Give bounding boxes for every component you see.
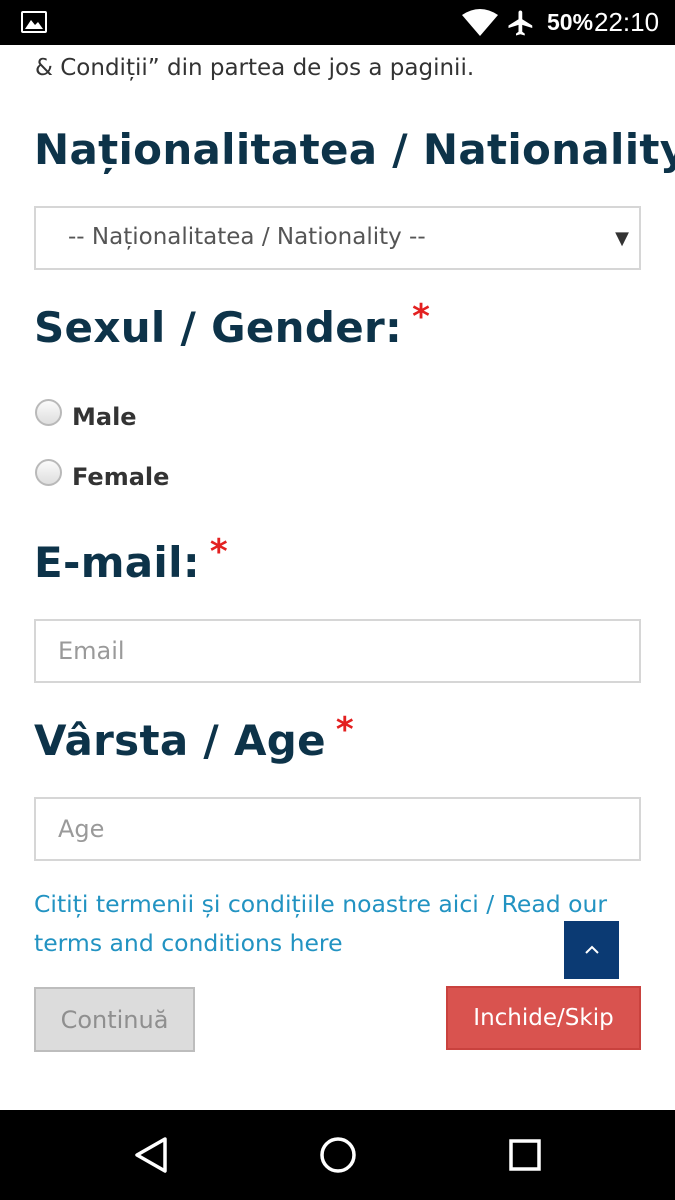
- navigation-bar: [0, 1110, 675, 1200]
- gender-label-text: Sexul / Gender:: [34, 303, 403, 352]
- back-icon[interactable]: [133, 1135, 169, 1175]
- intro-text: & Condiții” din partea de jos a paginii.: [35, 55, 475, 81]
- required-mark: *: [209, 532, 229, 572]
- radio-female-label[interactable]: Female: [72, 463, 169, 491]
- required-mark: *: [335, 710, 355, 750]
- email-label: E-mail: *: [34, 532, 228, 587]
- chevron-up-icon: [584, 945, 599, 954]
- terms-link[interactable]: Citiți termenii și condițiile noastre ai…: [34, 885, 634, 963]
- dropdown-arrow-icon: ▼: [615, 228, 629, 249]
- radio-female[interactable]: [35, 458, 62, 486]
- battery-level: 50%: [547, 9, 594, 35]
- home-icon[interactable]: [318, 1135, 358, 1175]
- continue-button[interactable]: Continuă: [34, 987, 195, 1052]
- gender-label: Sexul / Gender: *: [34, 297, 430, 352]
- nationality-select[interactable]: -- Naționalitatea / Nationality -- ▼: [34, 206, 641, 270]
- gallery-icon: [21, 11, 47, 33]
- airplane-mode-icon: [508, 10, 533, 36]
- required-mark: *: [412, 297, 431, 337]
- status-bar: 50% 22:10: [0, 0, 675, 45]
- clock: 22:10: [594, 7, 660, 37]
- age-field[interactable]: [34, 797, 641, 861]
- wifi-icon: [462, 9, 498, 36]
- nationality-label-text: Naționalitatea / Nationality:: [34, 125, 675, 174]
- gender-option-female[interactable]: Female: [35, 453, 169, 491]
- nationality-label: Naționalitatea / Nationality:*: [34, 125, 675, 174]
- gender-option-male[interactable]: Male: [35, 393, 137, 431]
- radio-male-label[interactable]: Male: [72, 403, 137, 431]
- age-label-text: Vârsta / Age: [34, 716, 326, 765]
- form-page: & Condiții” din partea de jos a paginii.…: [0, 45, 675, 1110]
- recent-apps-icon[interactable]: [507, 1135, 543, 1175]
- radio-male[interactable]: [35, 398, 62, 426]
- email-label-text: E-mail:: [34, 538, 200, 587]
- age-label: Vârsta / Age *: [34, 710, 354, 765]
- scroll-to-top-button[interactable]: [564, 921, 619, 979]
- email-field[interactable]: [34, 619, 641, 683]
- nationality-selected-value: -- Naționalitatea / Nationality --: [68, 224, 426, 250]
- skip-button[interactable]: Inchide/Skip: [446, 986, 641, 1050]
